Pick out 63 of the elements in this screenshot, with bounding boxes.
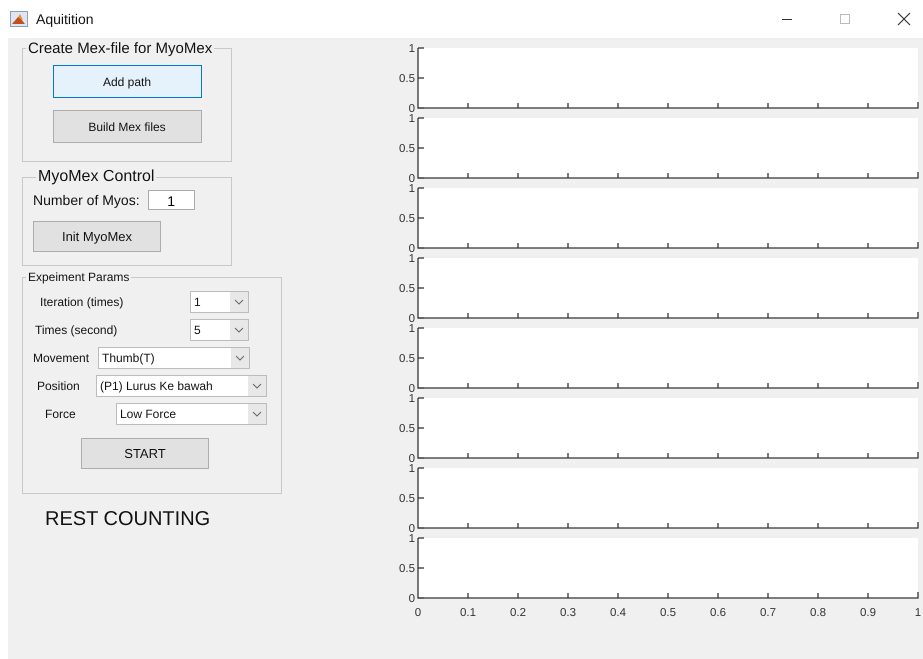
- tick-label: 1: [408, 253, 415, 265]
- tick-label: 0.5: [399, 143, 415, 155]
- push-button[interactable]: Build Mex files: [52, 110, 202, 143]
- app-icon: [10, 11, 28, 27]
- tick-label: 0.9: [860, 607, 876, 619]
- tick-label: 0: [408, 523, 415, 535]
- tick-label: 0.5: [399, 283, 415, 295]
- tick-label: 0.2: [510, 607, 526, 619]
- tick-label: 0: [408, 313, 415, 325]
- tick-label: 1: [408, 393, 415, 405]
- tick-label: 1: [914, 607, 922, 619]
- tick-label: 0.6: [710, 607, 726, 619]
- tick-label: 0: [408, 243, 415, 255]
- push-button[interactable]: Add path: [52, 65, 202, 98]
- chevron-icon: [235, 355, 245, 361]
- tick-label: 1: [408, 533, 415, 545]
- panel-title: MyoMex Control: [37, 168, 156, 186]
- tick-label: 0.5: [399, 563, 415, 575]
- tick-label: 0.5: [399, 493, 415, 505]
- tick-label: 0.8: [810, 607, 826, 619]
- chevron-icon: [234, 299, 244, 305]
- tick-label: 0.3: [560, 607, 576, 619]
- tick-label: 0: [408, 383, 415, 395]
- tick-label: 0.4: [610, 607, 626, 619]
- tick-label: 1: [408, 463, 415, 475]
- chevron-icon: [234, 327, 244, 333]
- panel-title: Create Mex-file for MyoMex: [27, 40, 214, 57]
- tick-label: 0.7: [760, 607, 776, 619]
- field-label: Force: [45, 407, 77, 421]
- status-text: REST COUNTING: [45, 508, 212, 531]
- field-label: Times (second): [35, 323, 118, 337]
- tick-label: 0.5: [399, 423, 415, 435]
- tick-label: 0: [408, 173, 415, 185]
- tick-label: 1: [408, 323, 415, 335]
- tick-label: 1: [408, 113, 415, 125]
- tick-label: 0: [408, 103, 415, 115]
- tick-label: 0.5: [399, 73, 415, 85]
- dropdown[interactable]: Thumb(T): [98, 347, 250, 369]
- close-icon[interactable]: [897, 12, 911, 26]
- tick-label: 0: [408, 593, 415, 605]
- dropdown[interactable]: 5: [190, 319, 249, 341]
- field-label: Number of Myos:: [33, 192, 140, 208]
- window-title: Aquitition: [36, 11, 94, 27]
- tick-label: 0.5: [660, 607, 676, 619]
- dropdown[interactable]: 1: [190, 291, 249, 313]
- push-button[interactable]: Init MyoMex: [33, 221, 161, 252]
- dropdown[interactable]: Low Force: [116, 403, 267, 425]
- panel-title: Expeiment Params: [27, 270, 130, 284]
- tick-label: 0: [414, 607, 422, 619]
- dropdown[interactable]: (P1) Lurus Ke bawah: [96, 375, 267, 397]
- field-label: Position: [37, 379, 81, 393]
- push-button[interactable]: START: [81, 438, 209, 469]
- field-label: Iteration (times): [40, 295, 124, 309]
- tick-label: 0.5: [399, 213, 415, 225]
- input-field[interactable]: 1: [148, 190, 195, 210]
- tick-label: 0.5: [399, 353, 415, 365]
- chevron-icon: [252, 411, 262, 417]
- tick-label: 0: [408, 453, 415, 465]
- field-label: Movement: [33, 351, 90, 365]
- tick-label: 1: [408, 183, 415, 195]
- tick-label: 0.1: [460, 607, 476, 619]
- tick-label: 1: [408, 43, 415, 55]
- chevron-icon: [252, 383, 262, 389]
